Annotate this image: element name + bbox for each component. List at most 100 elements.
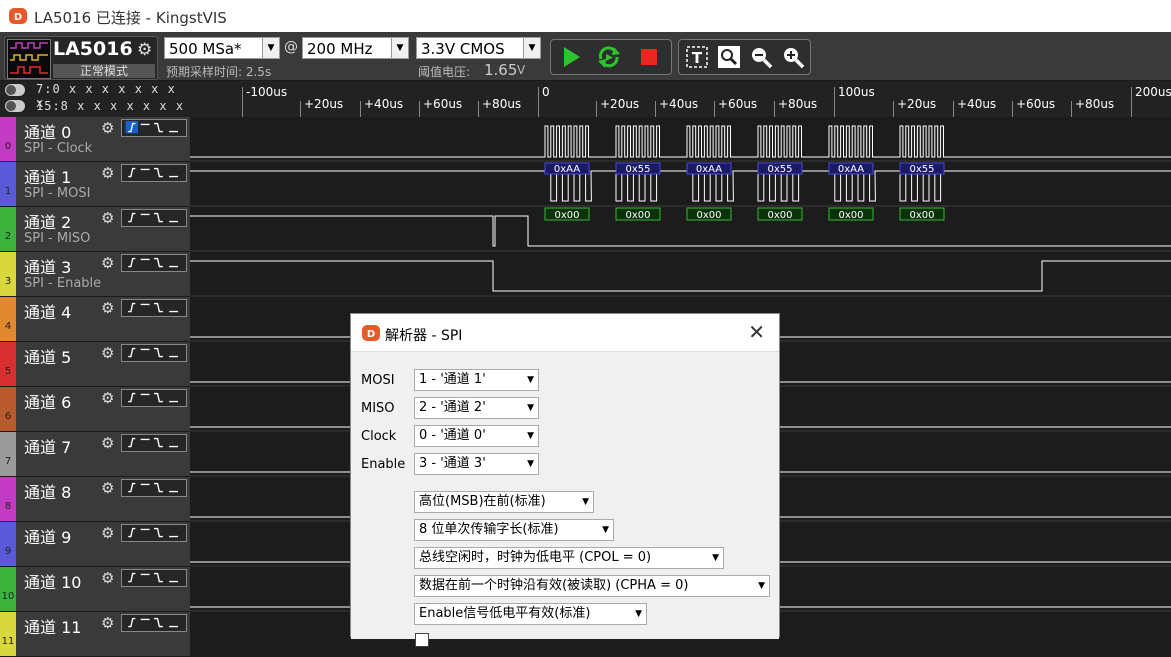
channel-row[interactable]: 10 通道 10 ⚙: [0, 567, 190, 612]
group-toggle-8-15[interactable]: [5, 100, 25, 112]
channel-row[interactable]: 2 通道 2 SPI - MISO ⚙: [0, 207, 190, 252]
channel-row[interactable]: 11 通道 11 ⚙: [0, 612, 190, 657]
mosi-select[interactable]: 1 - '通道 1' ▼: [414, 369, 539, 391]
trigger-options[interactable]: [121, 524, 187, 542]
channel-settings-gear-icon[interactable]: ⚙: [101, 164, 114, 182]
channel-settings-gear-icon[interactable]: ⚙: [101, 344, 114, 362]
sample-depth-select[interactable]: 200 MHz ▼: [302, 37, 409, 59]
channel-name[interactable]: 通道 0: [24, 119, 71, 143]
channel-row[interactable]: 3 通道 3 SPI - Enable ⚙: [0, 252, 190, 297]
channel-settings-gear-icon[interactable]: ⚙: [101, 389, 114, 407]
cpol-select[interactable]: 总线空闲时，时钟为低电平 (CPOL = 0) ▼: [414, 547, 724, 569]
channel-settings-gear-icon[interactable]: ⚙: [101, 119, 114, 137]
falling-edge-trigger-icon: [154, 257, 163, 268]
channel-settings-gear-icon[interactable]: ⚙: [101, 209, 114, 227]
trigger-options[interactable]: [121, 164, 187, 182]
device-settings-gear-icon[interactable]: ⚙: [137, 40, 152, 60]
kingst-logo-icon: D: [362, 325, 380, 341]
channel-name[interactable]: 通道 7: [24, 434, 71, 458]
trigger-options[interactable]: [121, 614, 187, 632]
trigger-options[interactable]: [121, 434, 187, 452]
ruler-tick-label: +80us: [482, 97, 522, 111]
channel-settings-gear-icon[interactable]: ⚙: [101, 479, 114, 497]
trigger-options[interactable]: [121, 569, 187, 587]
channel-settings-gear-icon[interactable]: ⚙: [101, 614, 114, 632]
play-icon[interactable]: [557, 43, 585, 71]
ruler-tick-mark: [774, 101, 775, 117]
mosi-decode-label: 0xAA: [696, 164, 722, 175]
ruler-tick-mark: [1012, 101, 1013, 117]
enable-waveform: [190, 260, 1171, 292]
close-icon[interactable]: ✕: [748, 320, 765, 344]
text-cursor-icon[interactable]: T: [683, 43, 711, 71]
channel-row[interactable]: 4 通道 4 ⚙: [0, 297, 190, 342]
group-toggle-0-7[interactable]: [5, 84, 25, 96]
channel-settings-gear-icon[interactable]: ⚙: [101, 254, 114, 272]
channel-row[interactable]: 6 通道 6 ⚙: [0, 387, 190, 432]
channel-row[interactable]: 9 通道 9 ⚙: [0, 522, 190, 567]
trigger-options[interactable]: [121, 344, 187, 362]
repeat-run-icon[interactable]: [595, 43, 623, 71]
ruler-tick-label: +60us: [1016, 97, 1056, 111]
voltage-select[interactable]: 3.3V CMOS ▼: [416, 37, 541, 59]
channel-name[interactable]: 通道 3: [24, 254, 71, 278]
window-title: LA5016 已连接 - KingstVIS: [34, 9, 227, 27]
sample-rate-select[interactable]: 500 MSa* ▼: [164, 37, 280, 59]
channel-name[interactable]: 通道 11: [24, 614, 81, 638]
cpha-select[interactable]: 数据在前一个时钟沿有效(被读取) (CPHA = 0) ▼: [414, 575, 770, 597]
enable-active-select[interactable]: Enable信号低电平有效(标准) ▼: [414, 603, 647, 625]
zoom-fit-icon[interactable]: [715, 43, 743, 71]
falling-edge-trigger-icon: [154, 122, 163, 133]
mosi-value: 1 - '通道 1': [419, 372, 486, 387]
ruler-tick-label: +40us: [957, 97, 997, 111]
trigger-options[interactable]: [121, 479, 187, 497]
channel-name[interactable]: 通道 6: [24, 389, 71, 413]
channel-row[interactable]: 1 通道 1 SPI - MOSI ⚙: [0, 162, 190, 207]
channel-name[interactable]: 通道 4: [24, 299, 71, 323]
channel-name[interactable]: 通道 9: [24, 524, 71, 548]
channel-color-tab: [0, 387, 16, 431]
channel-settings-gear-icon[interactable]: ⚙: [101, 299, 114, 317]
zoom-in-icon[interactable]: [779, 43, 807, 71]
channel-name[interactable]: 通道 5: [24, 344, 71, 368]
ruler-tick-label: +80us: [778, 97, 818, 111]
trigger-options[interactable]: [121, 299, 187, 317]
miso-select[interactable]: 2 - '通道 2' ▼: [414, 397, 539, 419]
channel-name[interactable]: 通道 10: [24, 569, 81, 593]
enable-select[interactable]: 3 - '通道 3' ▼: [414, 453, 539, 475]
channel-name[interactable]: 通道 8: [24, 479, 71, 503]
clock-waveform: [190, 125, 1171, 158]
channel-row[interactable]: 5 通道 5 ⚙: [0, 342, 190, 387]
chevron-down-icon: ▼: [602, 525, 609, 535]
channel-row[interactable]: 7 通道 7 ⚙: [0, 432, 190, 477]
channel-name[interactable]: 通道 1: [24, 164, 71, 188]
channel-row[interactable]: 0 通道 0 SPI - Clock ⚙: [0, 117, 190, 162]
ruler-tick-label: +20us: [600, 97, 640, 111]
threshold-value[interactable]: 1.65: [484, 61, 517, 79]
ruler-tick-label: +60us: [718, 97, 758, 111]
falling-edge-trigger-icon: [154, 347, 163, 358]
trigger-options[interactable]: [121, 119, 187, 137]
chevron-down-icon: ▼: [635, 609, 642, 619]
mosi-decode-label: 0x55: [767, 164, 792, 175]
channel-settings-gear-icon[interactable]: ⚙: [101, 434, 114, 452]
channel-settings-gear-icon[interactable]: ⚙: [101, 524, 114, 542]
trigger-options[interactable]: [121, 389, 187, 407]
channel-number: 2: [4, 231, 12, 242]
clock-select[interactable]: 0 - '通道 0' ▼: [414, 425, 539, 447]
chevron-down-icon: ▼: [582, 497, 589, 507]
channel-row[interactable]: 8 通道 8 ⚙: [0, 477, 190, 522]
zoom-out-icon[interactable]: [747, 43, 775, 71]
voltage-value: 3.3V CMOS: [421, 40, 505, 58]
bits-per-transfer-select[interactable]: 8 位单次传输字长(标准) ▼: [414, 519, 614, 541]
bit-order-select[interactable]: 高位(MSB)在前(标准) ▼: [414, 491, 594, 513]
channel-settings-gear-icon[interactable]: ⚙: [101, 569, 114, 587]
trigger-options[interactable]: [121, 254, 187, 272]
show-decode-checkbox[interactable]: [415, 633, 429, 647]
ruler-tick-label: +20us: [897, 97, 937, 111]
trigger-options[interactable]: [121, 209, 187, 227]
device-button[interactable]: LA5016 ⚙ 正常模式: [4, 36, 158, 80]
stop-icon[interactable]: [635, 43, 663, 71]
channel-name[interactable]: 通道 2: [24, 209, 71, 233]
device-name: LA5016: [53, 38, 133, 60]
